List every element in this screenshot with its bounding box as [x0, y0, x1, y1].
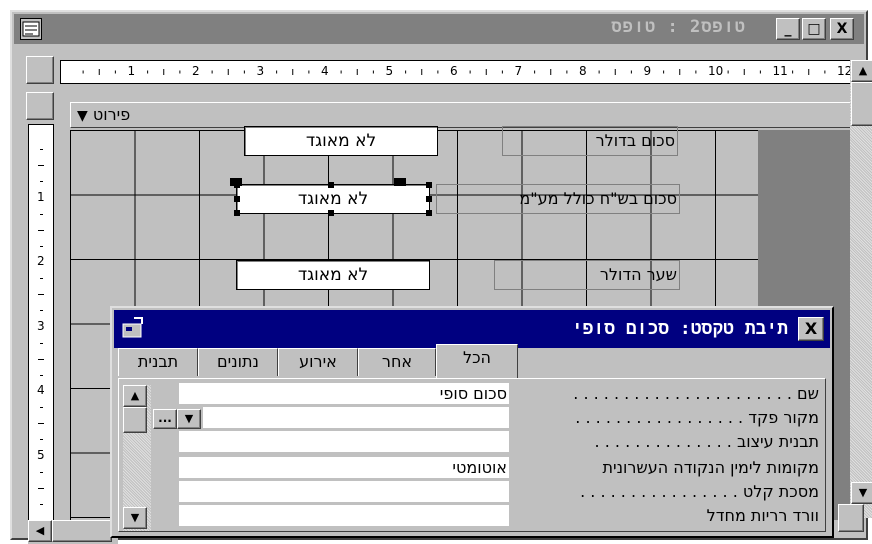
property-input-mask: מסכת קלט . . . . . . . . . . . . . . . . — [580, 482, 819, 501]
ruler-number: 2 — [37, 254, 45, 268]
resize-handle[interactable] — [328, 210, 334, 216]
property-decimal-places: מקומות לימין הנקודה העשרונית — [602, 458, 819, 477]
window-title: טופס2 : טופס — [611, 17, 746, 37]
vertical-scrollbar[interactable]: ▲ ▼ — [850, 60, 872, 518]
property-value-default[interactable] — [179, 505, 509, 527]
ruler-tick — [39, 342, 43, 344]
ruler-number: 7 — [514, 64, 523, 78]
label-amount-shekel[interactable]: סכום בש"ח כולל מע"מ — [436, 184, 680, 214]
section-label-text: פירוט — [92, 105, 131, 124]
move-handle[interactable] — [394, 178, 406, 186]
resize-handle[interactable] — [426, 182, 432, 188]
dropdown-button[interactable]: ▼ — [177, 409, 201, 429]
minimize-button[interactable]: _ — [776, 18, 800, 40]
property-default-value: וורד רריות מחדל — [706, 506, 819, 525]
tab-event[interactable]: אירוע — [278, 348, 358, 376]
resize-handle[interactable] — [234, 182, 240, 188]
horizontal-scrollbar[interactable]: ◀ — [28, 520, 118, 544]
dialog-title: תיבת טקסט: סכום סופי — [571, 318, 788, 339]
vertical-ruler: 1 2 3 4 5 — [28, 124, 54, 524]
ruler-tick — [38, 487, 44, 489]
ruler-tick — [39, 439, 43, 441]
ruler-number: 5 — [385, 64, 394, 78]
property-sheet: ▲ ▼ ... ▼ סכום סופי שם . . . . . . . . .… — [118, 378, 826, 532]
detail-section-header[interactable]: פירוט ▼ — [70, 102, 852, 128]
ruler-number: 6 — [450, 64, 458, 78]
property-scrollbar[interactable]: ▲ ▼ — [123, 385, 151, 531]
dialog-titlebar[interactable]: תיבת טקסט: סכום סופי X — [114, 310, 830, 348]
ruler-tick — [39, 374, 43, 376]
tab-format[interactable]: תבנית — [118, 348, 198, 376]
form-icon[interactable] — [20, 18, 42, 40]
close-button[interactable]: X — [830, 18, 854, 40]
unbound-textbox-3[interactable]: לא מאוגד — [236, 260, 430, 290]
ruler-tick — [39, 471, 43, 473]
resize-handle[interactable] — [234, 196, 240, 202]
ruler-number: 9 — [643, 64, 652, 78]
ruler-tick — [38, 229, 44, 231]
maximize-button[interactable]: □ — [802, 18, 826, 40]
horizontal-ruler: 1 2 3 4 5 6 7 8 9 10 11 12 — [60, 60, 852, 84]
ruler-tick — [39, 181, 43, 183]
resize-handle[interactable] — [234, 210, 240, 216]
ruler-tick — [38, 165, 44, 167]
properties-icon — [120, 316, 146, 340]
property-control-source: מקור פקד . . . . . . . . . . . . . . . .… — [575, 408, 819, 427]
resize-handle[interactable] — [328, 182, 334, 188]
dialog-close-button[interactable]: X — [798, 317, 824, 341]
resize-handle[interactable] — [426, 196, 432, 202]
ruler-tick — [39, 213, 43, 215]
property-value-decimal-places[interactable]: אוטומטי — [179, 457, 509, 479]
tab-other[interactable]: אחר — [358, 348, 436, 376]
section-selector[interactable] — [26, 92, 54, 120]
ruler-corner[interactable] — [26, 56, 54, 84]
tab-all[interactable]: הכל — [436, 344, 518, 378]
ruler-number: 1 — [37, 189, 45, 204]
ruler-tick — [39, 503, 43, 505]
scroll-thumb[interactable] — [851, 82, 872, 126]
scroll-left-button[interactable]: ◀ — [28, 520, 52, 542]
ruler-tick — [38, 423, 44, 425]
ruler-tick — [39, 245, 43, 247]
property-scroll-thumb[interactable] — [123, 407, 147, 433]
ruler-tick — [38, 294, 44, 296]
ruler-number: 4 — [321, 64, 329, 78]
unbound-textbox-1[interactable]: לא מאוגד — [244, 126, 438, 156]
property-value-name[interactable]: סכום סופי — [179, 383, 509, 405]
property-value-format[interactable] — [179, 431, 509, 453]
section-header-label: פירוט ▼ — [77, 105, 130, 124]
ruler-number: 8 — [579, 64, 587, 78]
scroll-up-button[interactable]: ▲ — [851, 60, 872, 82]
properties-dialog: תיבת טקסט: סכום סופי X הכל אחר אירוע נתו… — [110, 306, 834, 538]
ruler-tick — [39, 278, 43, 280]
builder-button[interactable]: ... — [153, 409, 177, 429]
ruler-number: 10 — [708, 64, 724, 78]
ruler-number: 5 — [37, 447, 45, 462]
window-titlebar[interactable]: טופס2 : טופס _ □ X — [14, 14, 864, 44]
property-name: שם . . . . . . . . . . . . . . . . . . .… — [573, 384, 819, 403]
ruler-number: 11 — [772, 64, 788, 78]
ruler-number: 4 — [37, 383, 45, 397]
ruler-number: 3 — [37, 318, 45, 333]
hscroll-thumb[interactable] — [52, 520, 112, 542]
property-scroll-down[interactable]: ▼ — [123, 507, 147, 529]
arrow-down-icon: ▼ — [77, 108, 88, 124]
size-grip — [838, 504, 864, 532]
ruler-tick — [39, 310, 43, 312]
label-amount-dollars[interactable]: סכום בדולר — [502, 126, 678, 156]
scroll-down-button[interactable]: ▼ — [851, 482, 872, 504]
property-value-control-source[interactable] — [203, 407, 509, 429]
ruler-tick — [39, 407, 43, 409]
tab-data[interactable]: נתונים — [198, 348, 278, 376]
ruler-number: 2 — [192, 64, 200, 78]
ruler-number: 1 — [127, 64, 136, 78]
property-scroll-up[interactable]: ▲ — [123, 385, 147, 407]
resize-handle[interactable] — [426, 210, 432, 216]
label-dollar-rate[interactable]: שער הדולר — [494, 260, 680, 290]
property-format: תבנית עיצוב . . . . . . . . . . . . . . — [594, 432, 819, 451]
ruler-number: 3 — [256, 64, 265, 78]
ruler-tick — [39, 149, 43, 151]
property-value-input-mask[interactable] — [179, 481, 509, 503]
ruler-tick — [38, 358, 44, 360]
